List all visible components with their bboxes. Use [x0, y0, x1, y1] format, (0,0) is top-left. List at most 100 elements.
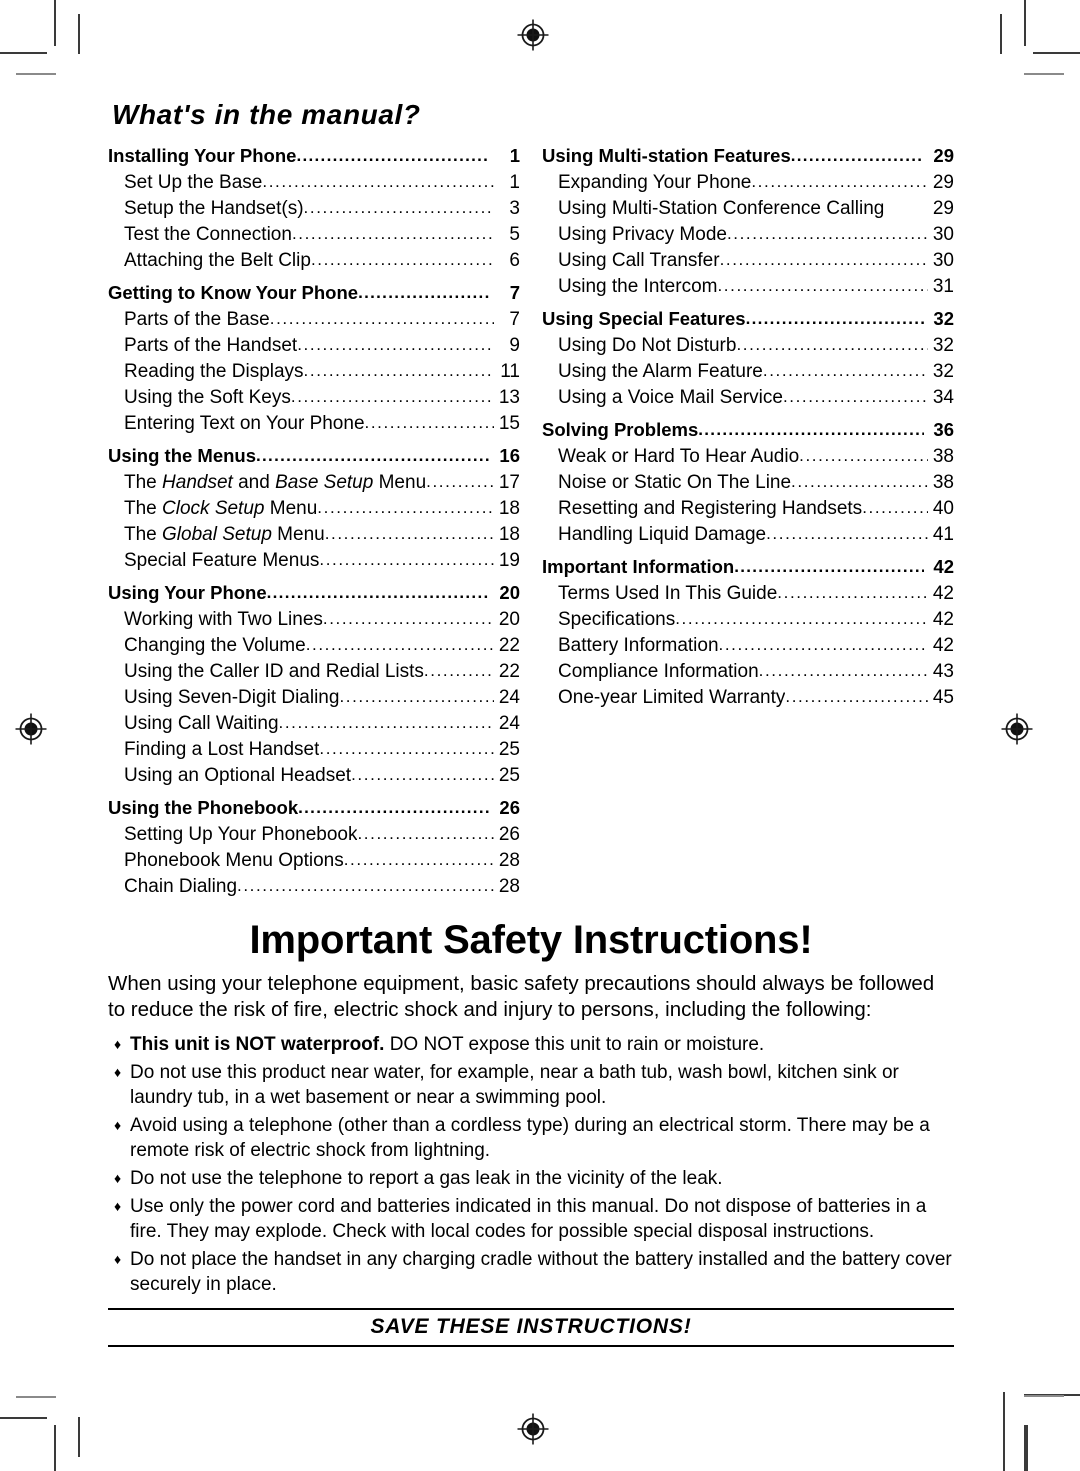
toc-entry-sub[interactable]: Terms Used In This Guide................…: [542, 581, 954, 607]
toc-dot-leader: ........................................…: [777, 582, 928, 602]
toc-entry-heading[interactable]: Important Information...................…: [542, 553, 954, 581]
toc-entry-sub[interactable]: Chain Dialing...........................…: [108, 874, 520, 900]
toc-page-number: 24: [498, 712, 520, 734]
toc-entry-sub[interactable]: Using Do Not Disturb....................…: [542, 333, 954, 359]
toc-entry-sub[interactable]: Set Up the Base.........................…: [108, 170, 520, 196]
toc-entry-sub[interactable]: Using the Caller ID and Redial Lists....…: [108, 659, 520, 685]
toc-dot-leader: ........................................…: [862, 497, 928, 517]
toc-entry-label: Using an Optional Headset: [124, 764, 352, 786]
toc-dot-leader: ........................................…: [758, 660, 928, 680]
toc-entry-sub[interactable]: Entering Text on Your Phone.............…: [108, 411, 520, 437]
toc-dot-leader: ........................................…: [717, 275, 928, 295]
toc-entry-heading[interactable]: Getting to Know Your Phone..............…: [108, 279, 520, 307]
toc-page-number: 22: [498, 634, 520, 656]
toc-entry-label: Setup the Handset(s): [124, 197, 304, 219]
diamond-bullet-icon: ♦: [114, 1116, 122, 1133]
toc-entry-sub[interactable]: Specifications..........................…: [542, 607, 954, 633]
toc-page-number: 20: [499, 581, 520, 603]
toc-entry-sub[interactable]: Using Privacy Mode......................…: [542, 222, 954, 248]
safety-bullet-item: ♦ Avoid using a telephone (other than a c…: [108, 1113, 954, 1163]
toc-entry-label: Battery Information: [558, 634, 719, 656]
toc-dot-leader: ........................................…: [423, 660, 494, 680]
toc-entry-label: Using Your Phone: [108, 581, 267, 603]
safety-bullet-text: Avoid using a telephone (other than a co…: [130, 1114, 930, 1161]
toc-dot-leader: ........................................…: [766, 523, 928, 543]
toc-entry-sub[interactable]: Setting Up Your Phonebook...............…: [108, 822, 520, 848]
toc-entry-sub[interactable]: The Global Setup Menu...................…: [108, 522, 520, 548]
registration-target-icon-left: [14, 712, 48, 746]
toc-page-number: 17: [498, 471, 520, 493]
toc-entry-sub[interactable]: Using a Voice Mail Service..............…: [542, 385, 954, 411]
toc-entry-label: Using Multi-station Features: [542, 144, 791, 166]
toc-entry-sub[interactable]: Using an Optional Headset...............…: [108, 763, 520, 789]
toc-entry-sub[interactable]: Setup the Handset(s)....................…: [108, 196, 520, 222]
toc-page-number: 6: [509, 249, 520, 271]
toc-entry-sub[interactable]: Finding a Lost Handset..................…: [108, 737, 520, 763]
toc-entry-heading[interactable]: Solving Problems........................…: [542, 416, 954, 444]
toc-dot-leader: ........................................…: [319, 549, 494, 569]
toc-entry-sub[interactable]: Parts of the Base.......................…: [108, 307, 520, 333]
toc-entry-sub[interactable]: Using Seven-Digit Dialing...............…: [108, 685, 520, 711]
toc-entry-heading[interactable]: Using Special Features..................…: [542, 305, 954, 333]
toc-entry-sub[interactable]: Special Feature Menus...................…: [108, 548, 520, 574]
crop-mark-bottom-left-inner-horizontal: [16, 1396, 56, 1398]
toc-entry-label: Test the Connection: [124, 223, 292, 245]
save-instructions-block: SAVE THESE INSTRUCTIONS!: [108, 1307, 954, 1347]
toc-entry-sub[interactable]: Weak or Hard To Hear Audio..............…: [542, 444, 954, 470]
rule-below-save: [108, 1344, 954, 1347]
toc-entry-sub[interactable]: Handling Liquid Damage..................…: [542, 522, 954, 548]
toc-entry-sub[interactable]: Changing the Volume.....................…: [108, 633, 520, 659]
toc-entry-sub[interactable]: Compliance Information..................…: [542, 659, 954, 685]
toc-entry-sub[interactable]: Attaching the Belt Clip.................…: [108, 248, 520, 274]
toc-entry-sub[interactable]: Parts of the Handset....................…: [108, 333, 520, 359]
toc-entry-label: Compliance Information: [558, 660, 759, 682]
toc-entry-sub[interactable]: Using the Alarm Feature.................…: [542, 359, 954, 385]
crop-mark-bottom-left-horizontal: [0, 1417, 47, 1419]
toc-dot-leader: ........................................…: [762, 360, 928, 380]
toc-entry-sub[interactable]: Using Call Waiting......................…: [108, 711, 520, 737]
toc-page-number: 1: [509, 144, 520, 166]
toc-entry-sub[interactable]: Noise or Static On The Line.............…: [542, 470, 954, 496]
toc-entry-heading[interactable]: Using Your Phone........................…: [108, 579, 520, 607]
toc-entry-sub[interactable]: The Handset and Base Setup Menu.........…: [108, 470, 520, 496]
toc-entry-sub[interactable]: Using the Intercom......................…: [542, 274, 954, 300]
toc-page-number: 45: [932, 686, 954, 708]
toc-page-number: 41: [932, 523, 954, 545]
toc-page-number: 43: [932, 660, 954, 682]
toc-entry-sub[interactable]: Phonebook Menu Options..................…: [108, 848, 520, 874]
toc-entry-label: The Clock Setup Menu: [124, 497, 318, 519]
diamond-bullet-icon: ♦: [114, 1250, 122, 1267]
toc-page-number: 25: [498, 764, 520, 786]
safety-bullet-item: ♦ Use only the power cord and batteries i…: [108, 1194, 954, 1244]
toc-entry-sub[interactable]: Using Multi-Station Conference Calling..…: [542, 196, 954, 222]
toc-entry-heading[interactable]: Installing Your Phone...................…: [108, 142, 520, 170]
toc-page-number: 15: [498, 412, 520, 434]
toc-entry-sub[interactable]: Using Call Transfer.....................…: [542, 248, 954, 274]
safety-bullet-text: Use only the power cord and batteries in…: [130, 1195, 927, 1242]
toc-entry-label: Parts of the Handset: [124, 334, 298, 356]
toc-entry-sub[interactable]: Using the Soft Keys.....................…: [108, 385, 520, 411]
toc-dot-leader: ........................................…: [303, 197, 494, 217]
toc-entry-heading[interactable]: Using Multi-station Features............…: [542, 142, 954, 170]
toc-entry-sub[interactable]: Expanding Your Phone....................…: [542, 170, 954, 196]
toc-entry-sub[interactable]: One-year Limited Warranty...............…: [542, 685, 954, 711]
diamond-bullet-icon: ♦: [114, 1169, 122, 1186]
toc-entry-label: Using Call Waiting: [124, 712, 279, 734]
toc-entry-heading[interactable]: Using the Menus.........................…: [108, 442, 520, 470]
crop-mark-top-right-horizontal: [1033, 52, 1080, 54]
toc-entry-sub[interactable]: Working with Two Lines..................…: [108, 607, 520, 633]
toc-page-number: 34: [932, 386, 954, 408]
toc-entry-sub[interactable]: Resetting and Registering Handsets......…: [542, 496, 954, 522]
toc-entry-sub[interactable]: The Clock Setup Menu....................…: [108, 496, 520, 522]
toc-entry-sub[interactable]: Reading the Displays....................…: [108, 359, 520, 385]
toc-entry-label: Using the Menus: [108, 444, 257, 466]
toc-entry-heading[interactable]: Using the Phonebook.....................…: [108, 794, 520, 822]
toc-heading: What's in the manual?: [112, 99, 421, 130]
crop-mark-bottom-left-inner-vertical: [78, 1417, 80, 1457]
toc-page-number: 18: [498, 523, 520, 545]
toc-dot-leader: ........................................…: [310, 249, 494, 269]
toc-page-number: 22: [498, 660, 520, 682]
toc-entry-sub[interactable]: Battery Information.....................…: [542, 633, 954, 659]
toc-entry-sub[interactable]: Test the Connection.....................…: [108, 222, 520, 248]
toc-dot-leader: ........................................…: [291, 223, 494, 243]
